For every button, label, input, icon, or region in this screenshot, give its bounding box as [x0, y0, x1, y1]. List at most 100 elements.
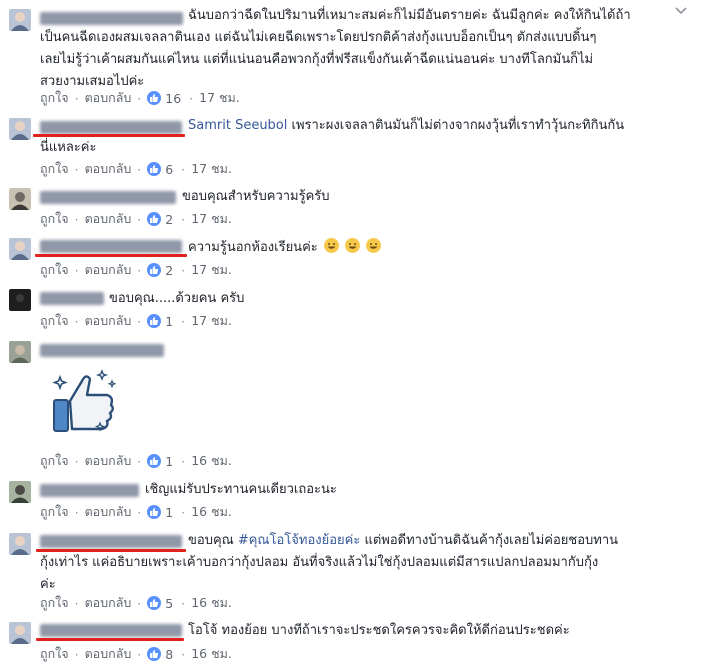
separator: ·	[181, 504, 186, 520]
avatar-image-icon	[9, 481, 31, 503]
like-count[interactable]: 1	[165, 454, 173, 469]
reply-link[interactable]: ตอบกลับ	[85, 260, 132, 280]
like-count[interactable]: 2	[165, 263, 173, 278]
like-badge-icon[interactable]	[147, 505, 162, 519]
separator: ·	[74, 313, 79, 329]
commenter-name[interactable]	[40, 121, 182, 134]
separator: ·	[137, 504, 142, 520]
like-count[interactable]: 6	[165, 162, 173, 177]
commenter-name[interactable]	[40, 484, 139, 497]
timestamp[interactable]: 17 ชม.	[191, 311, 232, 331]
avatar[interactable]	[9, 341, 31, 363]
reply-link[interactable]: ตอบกลับ	[85, 311, 132, 331]
reply-link[interactable]: ตอบกลับ	[85, 644, 132, 664]
like-badge-icon[interactable]	[147, 91, 162, 105]
separator: ·	[137, 646, 142, 662]
avatar-image-icon	[9, 533, 31, 555]
avatar-image-icon	[9, 622, 31, 644]
commenter-name[interactable]	[40, 292, 104, 305]
like-badge-icon[interactable]	[147, 596, 162, 610]
avatar[interactable]	[9, 118, 31, 140]
like-count[interactable]: 1	[165, 505, 173, 520]
commenter-name[interactable]	[40, 240, 182, 253]
comment-text: ขอบคุณ #คุณโอโจ้ทองย้อยค่ะ แต่พอดีทางบ้า…	[188, 533, 619, 548]
hashtag-link[interactable]: #คุณโอโจ้ทองย้อยค่ะ	[238, 533, 360, 548]
comment-text: ฉันบอกว่าฉีดในปริมานที่เหมาะสมค่ะก็ไม่มี…	[188, 8, 631, 23]
comment-text: โอโจ้ ทองย้อย บางทีถ้าเราจะประชดใครควรจะ…	[188, 623, 570, 638]
avatar-image-icon	[9, 9, 31, 31]
comment-text: กุ้งเท่าไร แค่อธิบายเพราะเค้าบอกว่ากุ้งป…	[40, 555, 599, 570]
avatar-image-icon	[9, 341, 31, 363]
separator: ·	[74, 595, 79, 611]
comment-text: ความรู้นอกห้องเรียนค่ะ	[188, 238, 382, 257]
like-badge-icon[interactable]	[147, 454, 162, 468]
avatar[interactable]	[9, 238, 31, 260]
like-link[interactable]: ถูกใจ	[40, 260, 69, 280]
separator: ·	[181, 262, 186, 278]
comment-text: Samrit Seeubol เพราะผงเจลลาตินมันก็ไม่ต่…	[188, 118, 625, 133]
like-link[interactable]: ถูกใจ	[40, 88, 69, 108]
like-link[interactable]: ถูกใจ	[40, 451, 69, 471]
like-link[interactable]: ถูกใจ	[40, 209, 69, 229]
like-badge-icon[interactable]	[147, 162, 162, 176]
timestamp[interactable]: 17 ชม.	[199, 88, 240, 108]
avatar[interactable]	[9, 533, 31, 555]
chevron-down-icon[interactable]	[675, 6, 687, 16]
commenter-name[interactable]	[40, 344, 164, 357]
avatar[interactable]	[9, 289, 31, 311]
like-link[interactable]: ถูกใจ	[40, 502, 69, 522]
timestamp[interactable]: 17 ชม.	[191, 260, 232, 280]
reply-link[interactable]: ตอบกลับ	[85, 159, 132, 179]
separator: ·	[74, 262, 79, 278]
comment-text: เชิญแม่รับประทานคนเดียวเถอะนะ	[145, 482, 337, 497]
grinning-emoji-icon	[323, 238, 339, 253]
separator: ·	[181, 595, 186, 611]
avatar-image-icon	[9, 188, 31, 210]
separator: ·	[137, 453, 142, 469]
like-badge-icon[interactable]	[147, 212, 162, 226]
like-count[interactable]: 2	[165, 212, 173, 227]
reply-link[interactable]: ตอบกลับ	[85, 502, 132, 522]
like-link[interactable]: ถูกใจ	[40, 644, 69, 664]
commenter-name[interactable]	[40, 12, 183, 25]
highlight-underline	[36, 638, 184, 641]
avatar[interactable]	[9, 188, 31, 210]
timestamp[interactable]: 16 ชม.	[191, 593, 232, 613]
commenter-name[interactable]	[40, 535, 182, 548]
like-link[interactable]: ถูกใจ	[40, 159, 69, 179]
commenter-name[interactable]	[40, 624, 182, 637]
avatar[interactable]	[9, 481, 31, 503]
reply-link[interactable]: ตอบกลับ	[85, 451, 132, 471]
timestamp[interactable]: 16 ชม.	[191, 451, 232, 471]
like-count[interactable]: 16	[165, 91, 181, 106]
separator: ·	[137, 262, 142, 278]
like-count[interactable]: 5	[165, 596, 173, 611]
like-badge-icon[interactable]	[147, 314, 162, 328]
commenter-name[interactable]	[40, 191, 176, 204]
avatar[interactable]	[9, 622, 31, 644]
like-count[interactable]: 8	[165, 647, 173, 662]
thumbs-up-sticker-icon[interactable]	[52, 367, 122, 437]
timestamp[interactable]: 16 ชม.	[191, 502, 232, 522]
like-badge-icon[interactable]	[147, 647, 162, 661]
like-link[interactable]: ถูกใจ	[40, 593, 69, 613]
reply-link[interactable]: ตอบกลับ	[85, 593, 132, 613]
like-badge-icon[interactable]	[147, 263, 162, 277]
timestamp[interactable]: 16 ชม.	[191, 644, 232, 664]
like-count[interactable]: 1	[165, 314, 173, 329]
avatar-image-icon	[9, 238, 31, 260]
comment-text: เป็นคนฉีดเองผสมเจลลาตินเอง แต่ฉันไม่เคยฉ…	[40, 30, 597, 45]
timestamp[interactable]: 17 ชม.	[191, 209, 232, 229]
separator: ·	[74, 646, 79, 662]
avatar[interactable]	[9, 9, 31, 31]
separator: ·	[137, 595, 142, 611]
comment-text: นี่แหละค่ะ	[40, 140, 97, 155]
mention-link[interactable]: Samrit Seeubol	[188, 118, 287, 133]
timestamp[interactable]: 17 ชม.	[191, 159, 232, 179]
grinning-emoji-icon	[345, 238, 361, 253]
comment-text: ขอบคุณ.....ด้วยคน ครับ	[109, 291, 245, 306]
reply-link[interactable]: ตอบกลับ	[85, 209, 132, 229]
like-link[interactable]: ถูกใจ	[40, 311, 69, 331]
avatar-image-icon	[9, 118, 31, 140]
reply-link[interactable]: ตอบกลับ	[85, 88, 132, 108]
